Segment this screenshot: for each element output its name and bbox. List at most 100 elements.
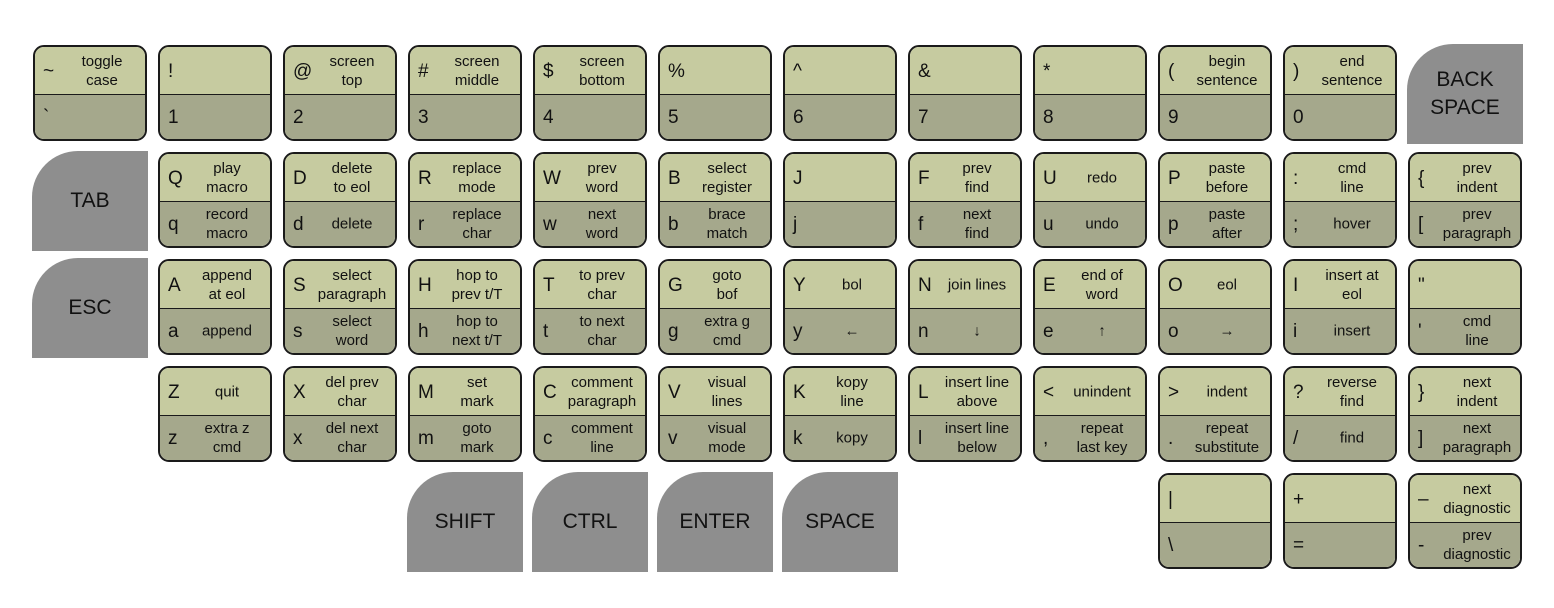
key-top-face: J: [785, 154, 895, 202]
key-k[interactable]: Kkopy line k kopy: [783, 366, 897, 462]
key-top-face: Wprev word: [535, 154, 645, 202]
key-quote[interactable]: " ' cmd line: [1408, 259, 1522, 355]
key-top-char: V: [668, 382, 681, 403]
key-period[interactable]: > indent. repeat substitute: [1158, 366, 1272, 462]
key-top-face: ? reverse find: [1285, 368, 1395, 416]
key-equals[interactable]: + =: [1283, 473, 1397, 569]
key-v[interactable]: Vvisual lines v visual mode: [658, 366, 772, 462]
key-h[interactable]: Hhop to prev t/T h hop to next t/T: [408, 259, 522, 355]
key-slash[interactable]: ? reverse find / find: [1283, 366, 1397, 462]
key-f[interactable]: Fprev find f next find: [908, 152, 1022, 248]
key-bottom-face: . repeat substitute: [1160, 416, 1270, 460]
key-bottom-char: h: [418, 321, 429, 342]
key-bottom-description: →: [1219, 322, 1235, 340]
key-bottom-face: t to next char: [535, 309, 645, 353]
key-top-face: # screen middle: [410, 47, 520, 95]
key-w[interactable]: Wprev word w next word: [533, 152, 647, 248]
key-bottom-char: `: [43, 107, 50, 128]
key-i[interactable]: Iinsert at eol i insert: [1283, 259, 1397, 355]
key-top-face: Ddelete to eol: [285, 154, 395, 202]
key-6[interactable]: ^ 6: [783, 45, 897, 141]
key-top-description: delete to eol: [331, 159, 373, 196]
key-l[interactable]: Linsert line above l insert line below: [908, 366, 1022, 462]
key-top-description: end of word: [1081, 266, 1123, 303]
key-top-face: Oeol: [1160, 261, 1270, 309]
key-shift[interactable]: SHIFT: [407, 472, 523, 572]
key-bottom-char: a: [168, 321, 179, 342]
key-bottom-char: j: [793, 214, 798, 235]
key-bottom-char: e: [1043, 321, 1054, 342]
key-top-face: Uredo: [1035, 154, 1145, 202]
key-p[interactable]: Ppaste before p paste after: [1158, 152, 1272, 248]
key-d[interactable]: Ddelete to eol d delete: [283, 152, 397, 248]
key-space[interactable]: SPACE: [782, 472, 898, 572]
key-backspace[interactable]: BACK SPACE: [1407, 44, 1523, 144]
key-bottom-description: next word: [585, 206, 619, 242]
key-tilde[interactable]: ~ toggle case `: [33, 45, 147, 141]
key-bottom-description: ↑: [1098, 322, 1106, 340]
key-bottom-char: g: [668, 321, 679, 342]
key-top-char: U: [1043, 168, 1057, 189]
key-bottom-face: \: [1160, 523, 1270, 567]
key-a[interactable]: Aappend at eol a append: [158, 259, 272, 355]
key-g[interactable]: Ggoto bof g extra g cmd: [658, 259, 772, 355]
key-bottom-char: d: [293, 214, 304, 235]
key-4[interactable]: $ screen bottom 4: [533, 45, 647, 141]
key-5[interactable]: % 5: [658, 45, 772, 141]
key-top-char: D: [293, 168, 307, 189]
key-top-face: – next diagnostic: [1410, 475, 1520, 523]
key-top-description: set mark: [460, 373, 494, 410]
key-top-description: toggle case: [81, 52, 123, 89]
key-top-face: $ screen bottom: [535, 47, 645, 95]
key-c[interactable]: Ccomment paragraph c comment line: [533, 366, 647, 462]
key-backslash[interactable]: | \: [1158, 473, 1272, 569]
key-8[interactable]: * 8: [1033, 45, 1147, 141]
key-bottom-char: 1: [168, 107, 179, 128]
key-o[interactable]: Oeol o →: [1158, 259, 1272, 355]
key-9[interactable]: (begin sentence 9: [1158, 45, 1272, 141]
key-e[interactable]: Eend of word e ↑: [1033, 259, 1147, 355]
key-y[interactable]: Ybol y ←: [783, 259, 897, 355]
key-1[interactable]: ! 1: [158, 45, 272, 141]
key-top-description: screen middle: [454, 52, 500, 89]
key-bottom-face: n ↓: [910, 309, 1020, 353]
key-bracket-left[interactable]: {prev indent [prev paragraph: [1408, 152, 1522, 248]
key-m[interactable]: Mset mark m goto mark: [408, 366, 522, 462]
key-bottom-char: 2: [293, 107, 304, 128]
key-bottom-face: 5: [660, 95, 770, 139]
key-z[interactable]: Zquit z extra z cmd: [158, 366, 272, 462]
key-n[interactable]: Njoin lines n ↓: [908, 259, 1022, 355]
key-q[interactable]: Qplay macro q record macro: [158, 152, 272, 248]
key-semicolon[interactable]: : cmd line; hover: [1283, 152, 1397, 248]
key-top-description: insert at eol: [1325, 266, 1379, 303]
key-top-face: Hhop to prev t/T: [410, 261, 520, 309]
key-bottom-description: next find: [962, 206, 992, 242]
key-bottom-description: replace char: [452, 206, 502, 242]
key-esc[interactable]: ESC: [32, 258, 148, 358]
key-u[interactable]: Uredo u undo: [1033, 152, 1147, 248]
key-bottom-char: m: [418, 428, 434, 449]
key-ctrl[interactable]: CTRL: [532, 472, 648, 572]
key-j[interactable]: Jj: [783, 152, 897, 248]
key-r[interactable]: Rreplace mode r replace char: [408, 152, 522, 248]
key-tab[interactable]: TAB: [32, 151, 148, 251]
key-top-description: reverse find: [1326, 373, 1378, 410]
key-top-char: N: [918, 275, 932, 296]
key-s[interactable]: Sselect paragraph s select word: [283, 259, 397, 355]
key-top-face: > indent: [1160, 368, 1270, 416]
key-comma[interactable]: < unindent, repeat last key: [1033, 366, 1147, 462]
key-enter[interactable]: ENTER: [657, 472, 773, 572]
key-minus[interactable]: – next diagnostic - prev diagnostic: [1408, 473, 1522, 569]
key-bracket-right[interactable]: } next indent] next paragraph: [1408, 366, 1522, 462]
key-2[interactable]: @ screen top 2: [283, 45, 397, 141]
key-b[interactable]: Bselect register b brace match: [658, 152, 772, 248]
key-7[interactable]: & 7: [908, 45, 1022, 141]
key-t[interactable]: Tto prev char t to next char: [533, 259, 647, 355]
key-top-face: Linsert line above: [910, 368, 1020, 416]
key-bottom-face: o →: [1160, 309, 1270, 353]
key-top-face: Vvisual lines: [660, 368, 770, 416]
key-3[interactable]: # screen middle 3: [408, 45, 522, 141]
key-x[interactable]: Xdel prev char x del next char: [283, 366, 397, 462]
key-top-char: {: [1418, 168, 1425, 189]
key-0[interactable]: ) end sentence 0: [1283, 45, 1397, 141]
